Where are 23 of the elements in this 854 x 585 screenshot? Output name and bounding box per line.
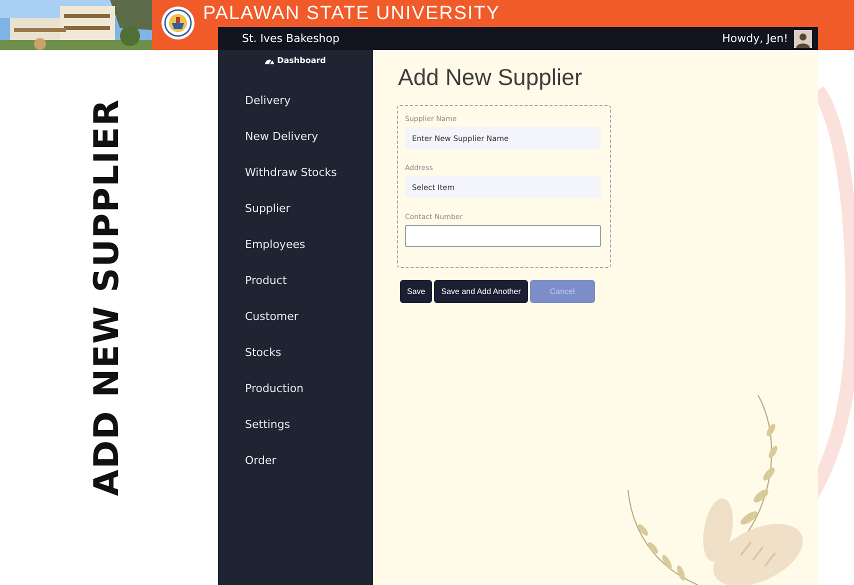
slide-title: ADD NEW SUPPLIER (87, 98, 127, 496)
text-field[interactable] (405, 225, 601, 247)
greeting: Howdy, Jen! (722, 32, 788, 45)
dashboard-link[interactable]: Dashboard (218, 54, 373, 67)
sidebar-item[interactable]: Order (245, 451, 276, 471)
sidebar-item[interactable]: Supplier (245, 199, 290, 219)
sidebar-item[interactable]: New Delivery (245, 127, 318, 147)
seal-icon (161, 6, 195, 40)
sidebar-item[interactable]: Stocks (245, 343, 282, 363)
sidebar-item[interactable]: Production (245, 379, 304, 399)
sidebar-item[interactable]: Settings (245, 415, 290, 435)
sidebar-item[interactable]: Product (245, 271, 287, 291)
app-brand: St. Ives Bakeshop (242, 32, 340, 45)
banner-title: PALAWAN STATE UNIVERSITY (203, 3, 500, 25)
save-button[interactable]: Save and Add Another (434, 280, 528, 303)
avatar-icon[interactable] (794, 30, 812, 48)
sidebar-item[interactable]: Employees (245, 235, 306, 255)
page-title: Add New Supplier (398, 64, 584, 91)
gauge-icon (265, 56, 274, 64)
sidebar-item[interactable]: Withdraw Stocks (245, 163, 337, 183)
sidebar-item[interactable]: Delivery (245, 91, 291, 111)
save-button[interactable]: Save (400, 280, 432, 303)
sidebar-item[interactable]: Customer (245, 307, 298, 327)
